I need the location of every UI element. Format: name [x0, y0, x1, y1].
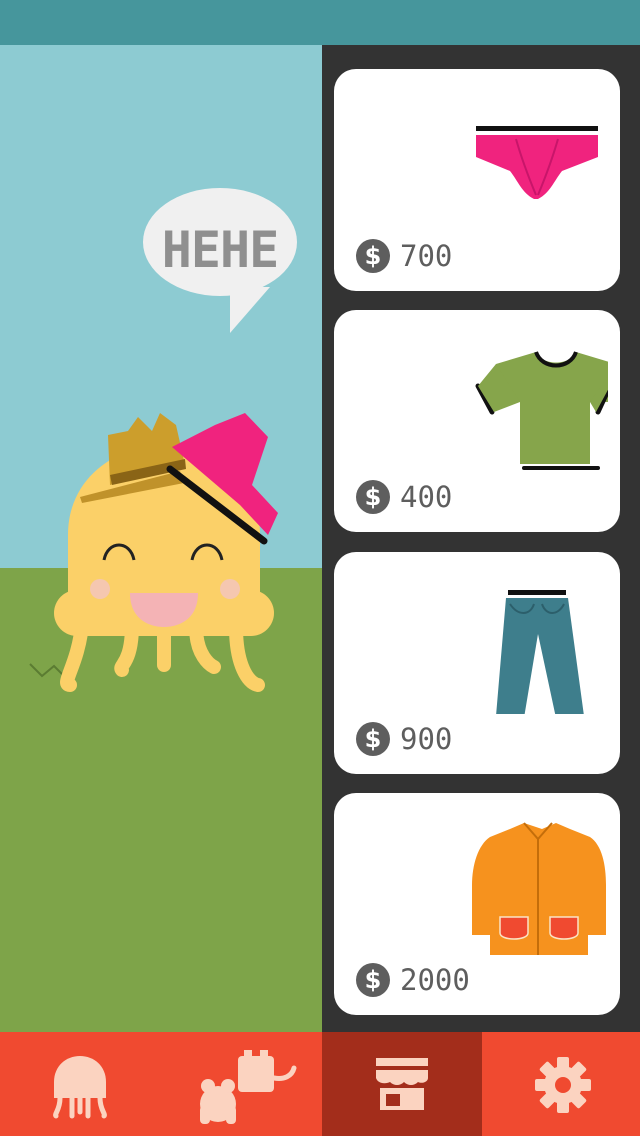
- item-price: 900: [400, 722, 453, 756]
- tab-shop[interactable]: [322, 1032, 482, 1136]
- price-row: $ 400: [356, 478, 452, 516]
- status-bar: [0, 0, 640, 45]
- shop-item-card[interactable]: $ 2000: [334, 793, 620, 1015]
- price-row: $ 700: [356, 237, 452, 275]
- shop-item-card[interactable]: $ 400: [334, 310, 620, 532]
- shop-item-card[interactable]: $ 700: [334, 69, 620, 291]
- item-price: 2000: [400, 963, 470, 997]
- coin-icon: $: [356, 963, 390, 997]
- speech-text: HEHE: [161, 221, 279, 279]
- item-price: 400: [400, 480, 453, 514]
- shop-item-card[interactable]: $ 900: [334, 552, 620, 774]
- jellyfish-icon: [53, 1056, 107, 1119]
- tab-friends[interactable]: [160, 1032, 322, 1136]
- coin-icon: $: [356, 722, 390, 756]
- pink-briefs-icon: [476, 126, 598, 199]
- pet-scene: HEHE: [0, 45, 322, 1032]
- item-price: 700: [400, 239, 453, 273]
- tab-settings[interactable]: [482, 1032, 640, 1136]
- price-row: $ 2000: [356, 961, 470, 999]
- green-tshirt-icon: [475, 351, 608, 470]
- coin-icon: $: [356, 239, 390, 273]
- gear-icon: [535, 1057, 591, 1113]
- jellyfish-pet[interactable]: [20, 365, 320, 745]
- tab-pet[interactable]: [0, 1032, 160, 1136]
- blue-jeans-icon: [496, 590, 584, 714]
- friends-icon: [200, 1050, 297, 1124]
- shop-panel: $ 700 $ 400 $ 900 $ 2000: [322, 45, 640, 1032]
- price-row: $ 900: [356, 720, 452, 758]
- shop-icon: [376, 1058, 428, 1110]
- coin-icon: $: [356, 480, 390, 514]
- orange-jacket-icon: [472, 822, 606, 955]
- tab-bar: [0, 1032, 640, 1136]
